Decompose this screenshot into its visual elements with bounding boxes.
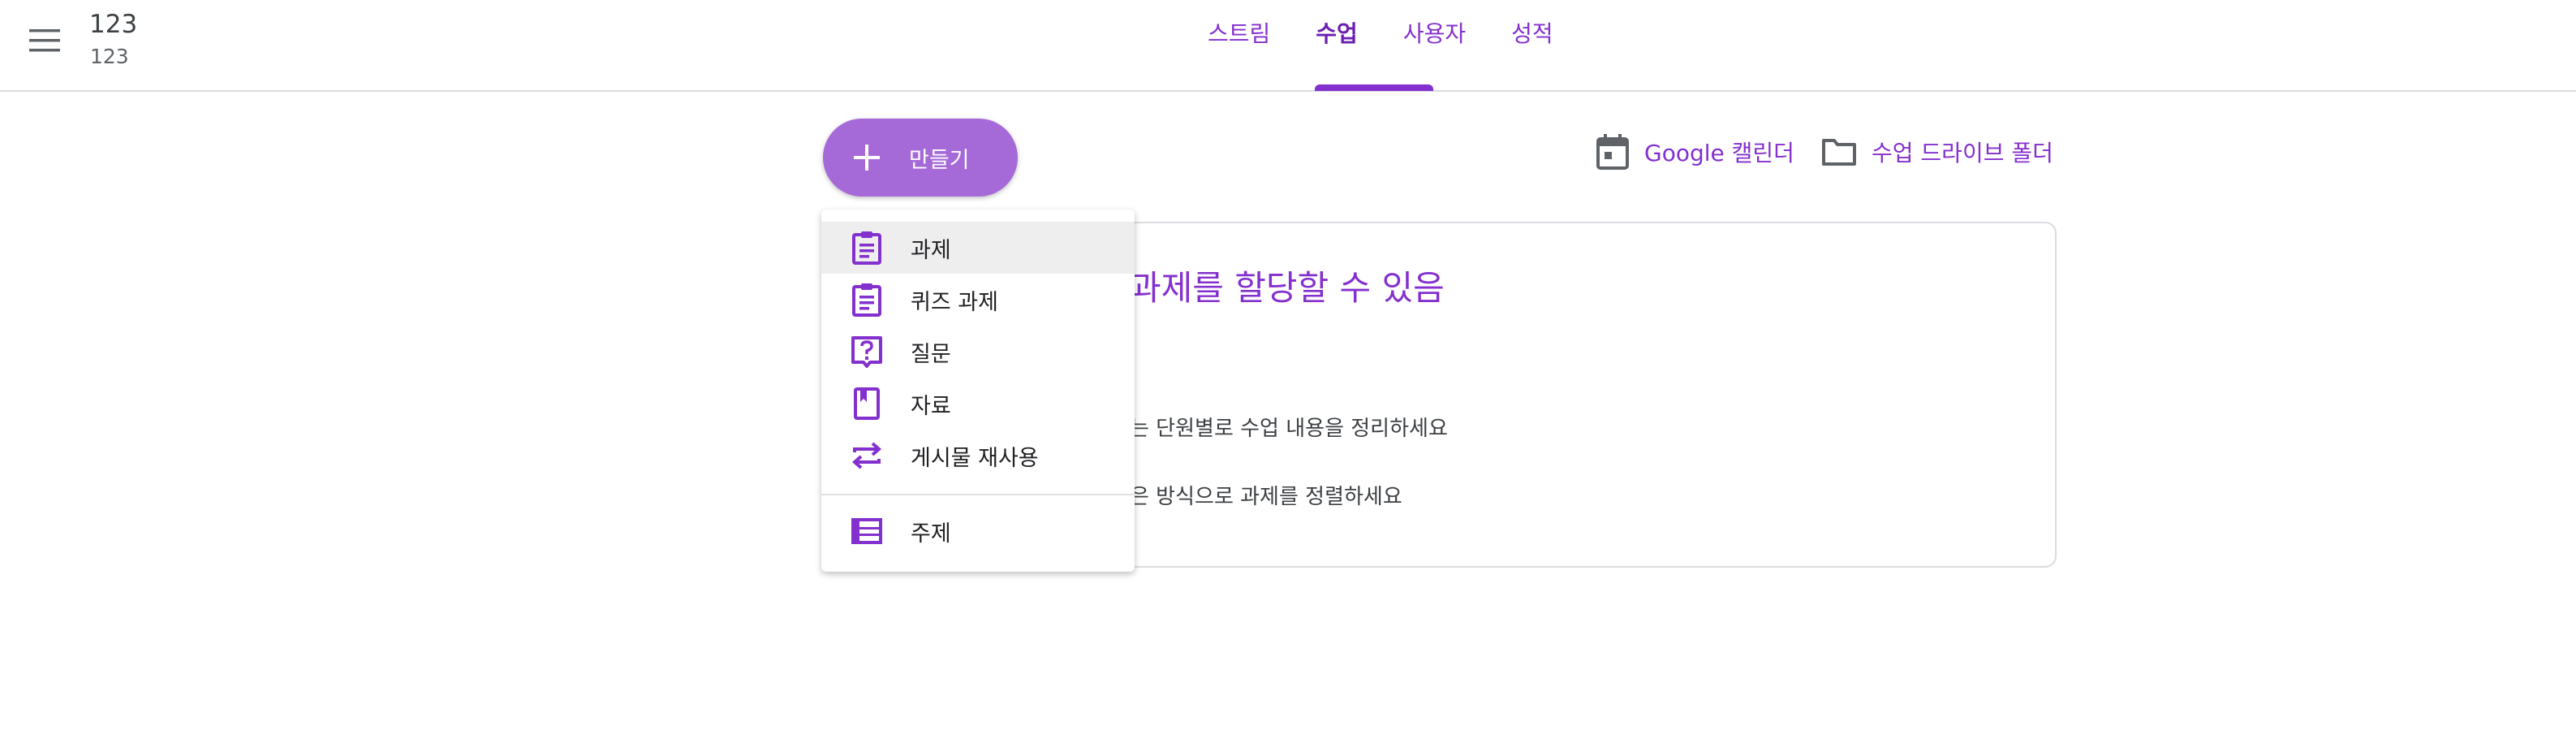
card-title: 과제를 할당할 수 있음 bbox=[1130, 268, 1445, 308]
class-drive-folder-label: 수업 드라이브 폴더 bbox=[1872, 140, 2053, 166]
menu-divider bbox=[821, 494, 1135, 495]
classwork-intro-card: 과제를 할당할 수 있음 l 는 단원별로 수업 내용을 정리하세요 은 방식으… bbox=[1079, 222, 2057, 568]
menu-item-label: 질문 bbox=[911, 341, 951, 367]
menu-item-quiz-assignment[interactable]: 퀴즈 과제 bbox=[821, 274, 1135, 326]
quiz-assignment-icon bbox=[847, 280, 886, 319]
menu-item-material[interactable]: 자료 bbox=[821, 378, 1135, 430]
menu-item-label: 게시물 재사용 bbox=[911, 445, 1039, 471]
create-button[interactable]: 만들기 bbox=[823, 119, 1018, 197]
active-tab-indicator bbox=[1315, 84, 1433, 91]
menu-item-label: 퀴즈 과제 bbox=[911, 289, 998, 315]
create-button-label: 만들기 bbox=[909, 147, 970, 173]
material-icon bbox=[847, 384, 886, 423]
class-name[interactable]: 123 bbox=[89, 10, 137, 39]
calendar-icon bbox=[1596, 134, 1629, 170]
plus-icon bbox=[849, 140, 885, 175]
menu-item-topic[interactable]: 주제 bbox=[821, 505, 1135, 557]
folder-icon bbox=[1822, 139, 1856, 166]
card-line-2: 는 단원별로 수업 내용을 정리하세요 bbox=[1130, 417, 1448, 441]
menu-item-label: 자료 bbox=[911, 393, 951, 419]
create-menu: 과제 퀴즈 과제 질문 자료 게시물 재사용 주제 bbox=[821, 210, 1135, 572]
class-section: 123 bbox=[90, 45, 129, 68]
google-calendar-link[interactable]: Google 캘린더 bbox=[1596, 132, 1794, 172]
tab-classwork[interactable]: 수업 bbox=[1293, 0, 1381, 77]
menu-item-assignment[interactable]: 과제 bbox=[821, 222, 1135, 274]
topic-icon bbox=[847, 512, 886, 551]
top-app-bar: 123 123 스트림 수업 사용자 성적 bbox=[0, 0, 2576, 92]
menu-item-reuse-post[interactable]: 게시물 재사용 bbox=[821, 430, 1135, 482]
menu-button[interactable] bbox=[24, 20, 65, 61]
reuse-post-icon bbox=[847, 436, 886, 475]
menu-item-label: 과제 bbox=[911, 237, 951, 263]
google-calendar-label: Google 캘린더 bbox=[1644, 140, 1794, 166]
hamburger-menu-icon bbox=[29, 29, 60, 52]
card-line-3: 은 방식으로 과제를 정렬하세요 bbox=[1130, 485, 1402, 509]
tab-grades[interactable]: 성적 bbox=[1488, 0, 1576, 77]
tab-stream[interactable]: 스트림 bbox=[1185, 0, 1293, 77]
class-drive-folder-link[interactable]: 수업 드라이브 폴더 bbox=[1821, 132, 2053, 172]
tab-bar: 스트림 수업 사용자 성적 bbox=[1185, 0, 1576, 90]
question-icon bbox=[847, 332, 886, 371]
tab-people[interactable]: 사용자 bbox=[1381, 0, 1488, 77]
menu-item-label: 주제 bbox=[911, 521, 951, 547]
assignment-icon bbox=[847, 228, 886, 267]
menu-item-question[interactable]: 질문 bbox=[821, 326, 1135, 378]
